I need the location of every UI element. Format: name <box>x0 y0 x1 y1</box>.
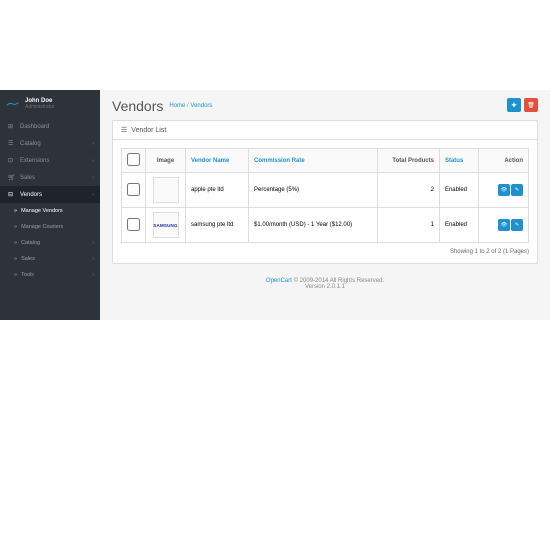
edit-button[interactable]: ✎ <box>511 184 523 196</box>
nav-label: Vendors <box>20 192 42 198</box>
bullet-icon: » <box>14 224 17 230</box>
sidebar: John Doe Administrator ⊞ Dashboard ☰ Catal… <box>0 90 100 320</box>
logo-icon <box>6 100 20 108</box>
plus-icon: ✚ <box>511 102 516 109</box>
col-action: Action <box>479 149 529 173</box>
sales-icon: 🛒 <box>8 174 16 181</box>
list-icon: ☰ <box>121 126 127 134</box>
breadcrumb: Home / Vendors <box>169 103 212 109</box>
edit-button[interactable]: ✎ <box>511 219 523 231</box>
cell-rate: Percentage (5%) <box>249 173 378 208</box>
subnav-label: Sales <box>21 256 35 262</box>
footer-version: Version 2.0.1.1 <box>305 284 345 290</box>
col-image: Image <box>146 149 186 173</box>
chevron-right-icon: › <box>92 256 94 262</box>
col-commission-rate[interactable]: Commission Rate <box>254 158 305 164</box>
chevron-right-icon: › <box>92 192 94 198</box>
view-icon: 👁 <box>501 187 507 193</box>
nav-dashboard[interactable]: ⊞ Dashboard <box>0 118 100 135</box>
delete-button[interactable]: 🗑 <box>524 98 538 112</box>
cell-products: 2 <box>377 173 439 208</box>
cell-rate: $1.00/month (USD) - 1 Year ($12.00) <box>249 208 378 243</box>
dashboard-icon: ⊞ <box>8 123 16 130</box>
nav-label: Extensions <box>20 158 49 164</box>
cell-name: samsung pte ltd <box>186 208 249 243</box>
row-checkbox[interactable] <box>127 183 140 196</box>
subnav-label: Catalog <box>21 240 40 246</box>
cell-name: apple pte ltd <box>186 173 249 208</box>
nav-sales[interactable]: 🛒 Sales › <box>0 169 100 186</box>
select-all-checkbox[interactable] <box>127 153 140 166</box>
bullet-icon: » <box>14 208 17 214</box>
view-icon: 👁 <box>501 222 507 228</box>
user-role: Administrator <box>25 104 54 110</box>
subnav-sales[interactable]: » Sales › <box>0 251 100 267</box>
nav-catalog[interactable]: ☰ Catalog › <box>0 135 100 152</box>
row-checkbox[interactable] <box>127 218 140 231</box>
subnav-catalog[interactable]: » Catalog › <box>0 235 100 251</box>
panel-header: ☰ Vendor List <box>113 121 537 140</box>
panel-title: Vendor List <box>131 127 166 134</box>
bullet-icon: » <box>14 272 17 278</box>
bullet-icon: » <box>14 240 17 246</box>
trash-icon: 🗑 <box>527 102 535 109</box>
chevron-right-icon: › <box>92 175 94 181</box>
subnav-label: Manage Vendors <box>21 208 63 214</box>
main-content: Vendors Home / Vendors ✚ 🗑 ☰ Vendor List… <box>100 90 550 320</box>
vendors-icon: ⊟ <box>8 191 16 198</box>
col-status[interactable]: Status <box>445 158 463 164</box>
vendor-table: Image Vendor Name Commission Rate Total … <box>121 148 529 243</box>
pencil-icon: ✎ <box>515 187 519 193</box>
chevron-right-icon: › <box>92 240 94 246</box>
footer: OpenCart © 2009-2014 All Rights Reserved… <box>112 278 538 290</box>
crumb-vendors[interactable]: Vendors <box>190 103 212 109</box>
cell-status: Enabled <box>439 173 478 208</box>
user-block: John Doe Administrator <box>0 90 100 118</box>
crumb-home[interactable]: Home <box>169 103 185 109</box>
cell-status: Enabled <box>439 208 478 243</box>
subnav-tools[interactable]: » Tools › <box>0 267 100 283</box>
subnav-label: Tools <box>21 272 34 278</box>
cell-products: 1 <box>377 208 439 243</box>
nav-label: Catalog <box>20 141 41 147</box>
chevron-right-icon: › <box>92 141 94 147</box>
page-title: Vendors <box>112 98 163 114</box>
col-total-products: Total Products <box>377 149 439 173</box>
vendor-image: SAMSUNG <box>153 212 179 238</box>
catalog-icon: ☰ <box>8 140 16 147</box>
add-button[interactable]: ✚ <box>507 98 521 112</box>
table-row: apple pte ltdPercentage (5%)2Enabled 👁 ✎ <box>122 173 529 208</box>
bullet-icon: » <box>14 256 17 262</box>
footer-link[interactable]: OpenCart <box>266 278 292 284</box>
table-row: SAMSUNG samsung pte ltd$1.00/month (USD) … <box>122 208 529 243</box>
chevron-right-icon: › <box>92 158 94 164</box>
nav-vendors[interactable]: ⊟ Vendors › <box>0 186 100 203</box>
samsung-icon: SAMSUNG <box>153 223 177 228</box>
nav-extensions[interactable]: ⊡ Extensions › <box>0 152 100 169</box>
nav-label: Sales <box>20 175 35 181</box>
nav-label: Dashboard <box>20 124 49 130</box>
vendor-image <box>153 177 179 203</box>
extensions-icon: ⊡ <box>8 157 16 164</box>
pencil-icon: ✎ <box>515 222 519 228</box>
chevron-right-icon: › <box>92 272 94 278</box>
pager-text: Showing 1 to 2 of 2 (1 Pages) <box>121 249 529 255</box>
subnav-label: Manage Couriers <box>21 224 63 230</box>
col-vendor-name[interactable]: Vendor Name <box>191 158 229 164</box>
vendor-list-panel: ☰ Vendor List Image Vendor Name Commissi… <box>112 120 538 264</box>
subnav-manage-vendors[interactable]: » Manage Vendors <box>0 203 100 219</box>
page-header: Vendors Home / Vendors <box>112 98 538 114</box>
subnav-manage-couriers[interactable]: » Manage Couriers <box>0 219 100 235</box>
view-button[interactable]: 👁 <box>498 184 510 196</box>
view-button[interactable]: 👁 <box>498 219 510 231</box>
